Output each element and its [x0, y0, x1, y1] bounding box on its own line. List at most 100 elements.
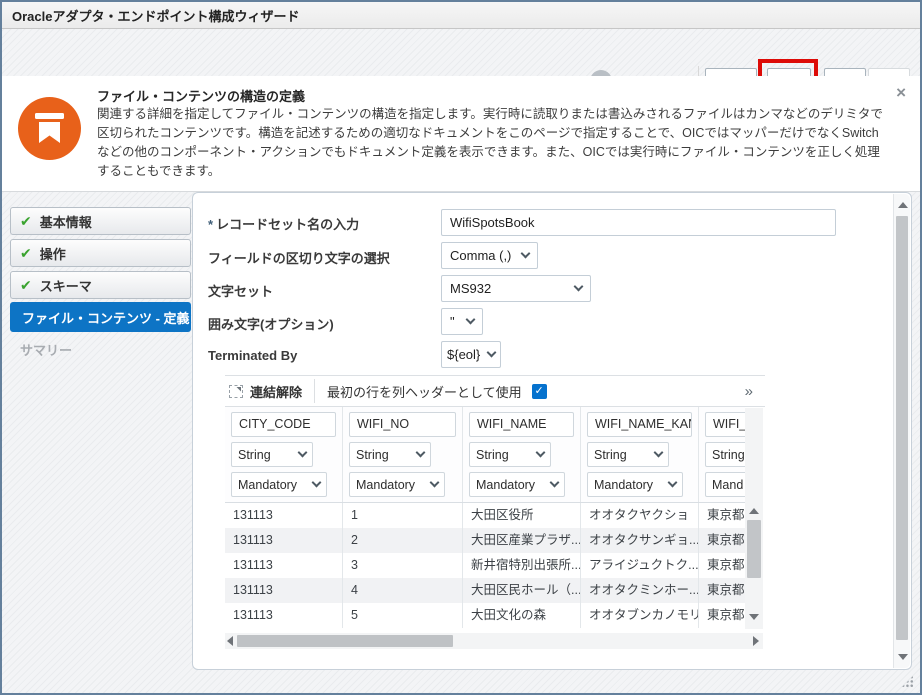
chevron-down-icon	[654, 448, 664, 458]
panel-vertical-scrollbar[interactable]	[893, 194, 910, 668]
close-icon[interactable]: ×	[896, 84, 906, 101]
table-cell: 131113	[225, 578, 343, 603]
column-type-select[interactable]: String	[349, 442, 431, 467]
first-row-header-option: 最初の行を列ヘッダーとして使用 ✓	[315, 382, 547, 401]
column-type-select[interactable]: String	[587, 442, 669, 467]
table-cell: 東京都	[699, 503, 745, 528]
table-horizontal-scrollbar[interactable]	[225, 633, 763, 649]
chevron-down-icon	[416, 448, 426, 458]
first-row-header-label: 最初の行を列ヘッダーとして使用	[327, 382, 522, 401]
enclosure-select[interactable]: "	[441, 308, 483, 335]
column-required-select[interactable]: Mandatory	[231, 472, 327, 497]
action-bar: ヘルプ < 戻る 次 > 取消 完了	[2, 29, 920, 76]
column-name-field[interactable]: WIFI_NAME_KANA	[587, 412, 692, 437]
table-vertical-scrollbar[interactable]	[745, 408, 763, 629]
table-cell: 131113	[225, 528, 343, 553]
scrollbar-thumb[interactable]	[896, 216, 908, 640]
scroll-left-icon[interactable]	[227, 636, 233, 646]
column-required-select[interactable]: Mandatory	[469, 472, 565, 497]
table-cell: 大田区産業プラザ...	[463, 528, 581, 553]
table-cell: 131113	[225, 553, 343, 578]
column-required-select[interactable]: Mand	[705, 472, 745, 497]
table-header-row: CITY_CODE String Mandatory WIFI_NO Strin…	[225, 407, 745, 503]
scrollbar-thumb[interactable]	[747, 520, 761, 578]
chevron-down-icon	[521, 249, 531, 259]
sidebar-item-basic-info[interactable]: ✔ 基本情報	[10, 207, 191, 235]
column-header: WIFI_NAME_KANA String Mandatory	[581, 407, 699, 502]
column-name-field[interactable]: WIFI_	[705, 412, 745, 437]
scroll-up-icon[interactable]	[749, 508, 759, 514]
scrollbar-thumb[interactable]	[237, 635, 453, 647]
column-name-field[interactable]: CITY_CODE	[231, 412, 336, 437]
column-header: WIFI_NAME String Mandatory	[463, 407, 581, 502]
chevron-down-icon	[668, 478, 678, 488]
enclosure-label: 囲み文字(オプション)	[208, 314, 334, 333]
chevron-down-icon	[466, 315, 476, 325]
table-cell: 東京都	[699, 553, 745, 578]
field-delimiter-select[interactable]: Comma (,)	[441, 242, 538, 269]
table-cell: 1	[343, 503, 463, 528]
detach-icon	[229, 385, 243, 398]
chevron-down-icon	[312, 478, 322, 488]
window-title: Oracleアダプタ・エンドポイント構成ウィザード	[12, 6, 299, 25]
wizard-window: Oracleアダプタ・エンドポイント構成ウィザード ヘルプ < 戻る 次 > 取…	[0, 0, 922, 695]
table-cell: 4	[343, 578, 463, 603]
table-row[interactable]: 131113 5 大田文化の森 オオタブンカノモリ 東京都	[225, 603, 745, 628]
column-type-select[interactable]: String	[705, 442, 745, 467]
column-type-select[interactable]: String	[469, 442, 551, 467]
table-cell: 東京都	[699, 603, 745, 628]
detach-button[interactable]: 連結解除	[225, 376, 314, 406]
resize-grip[interactable]	[901, 675, 914, 688]
charset-select[interactable]: MS932	[441, 275, 591, 302]
sidebar-item-schema[interactable]: ✔ スキーマ	[10, 271, 191, 299]
scroll-right-icon[interactable]	[753, 636, 759, 646]
sidebar-item-summary: サマリー	[10, 335, 191, 363]
table-cell: 大田文化の森	[463, 603, 581, 628]
table-cell: 東京都	[699, 528, 745, 553]
column-header: CITY_CODE String Mandatory	[225, 407, 343, 502]
column-type-select[interactable]: String	[231, 442, 313, 467]
page-header: ファイル・コンテンツの構造の定義 関連する詳細を指定してファイル・コンテンツの構…	[2, 76, 920, 192]
terminated-by-select[interactable]: ${eol}	[441, 341, 501, 368]
table-cell: アライジュクトク...	[581, 553, 699, 578]
column-required-select[interactable]: Mandatory	[587, 472, 683, 497]
scroll-down-icon[interactable]	[898, 654, 908, 660]
check-icon: ✔	[20, 214, 32, 228]
grid-toolbar: 連結解除 最初の行を列ヘッダーとして使用 ✓ »	[225, 375, 765, 407]
table-cell: 131113	[225, 503, 343, 528]
sidebar-item-label: スキーマ	[40, 276, 92, 295]
check-icon: ✔	[20, 246, 32, 260]
table-cell: 131113	[225, 603, 343, 628]
table-cell: 2	[343, 528, 463, 553]
file-structure-icon	[18, 97, 81, 160]
column-required-select[interactable]: Mandatory	[349, 472, 445, 497]
title-bar: Oracleアダプタ・エンドポイント構成ウィザード	[2, 2, 920, 29]
sidebar-item-label: 操作	[40, 244, 66, 263]
table-cell: オオタクヤクショ	[581, 503, 699, 528]
recordset-name-input[interactable]	[441, 209, 836, 236]
sidebar-item-label: 基本情報	[40, 212, 92, 231]
scroll-up-icon[interactable]	[898, 202, 908, 208]
detach-label: 連結解除	[250, 382, 302, 401]
scroll-down-icon[interactable]	[749, 614, 759, 620]
check-icon: ✔	[20, 278, 32, 292]
table-cell: 3	[343, 553, 463, 578]
table-row[interactable]: 131113 2 大田区産業プラザ... オオタクサンギョ... 東京都	[225, 528, 745, 553]
table-row[interactable]: 131113 1 大田区役所 オオタクヤクショ 東京都	[225, 503, 745, 528]
chevron-down-icon	[536, 448, 546, 458]
field-delimiter-label: フィールドの区切り文字の選択	[208, 248, 390, 267]
table-row[interactable]: 131113 4 大田区民ホール（... オオタクミンホー... 東京都	[225, 578, 745, 603]
column-header: WIFI_NO String Mandatory	[343, 407, 463, 502]
chevron-down-icon	[550, 478, 560, 488]
sidebar-item-operation[interactable]: ✔ 操作	[10, 239, 191, 267]
column-name-field[interactable]: WIFI_NAME	[469, 412, 574, 437]
chevron-down-icon	[574, 282, 584, 292]
column-header: WIFI_ String Mand	[699, 407, 745, 502]
table-cell: 大田区民ホール（...	[463, 578, 581, 603]
table-row[interactable]: 131113 3 新井宿特別出張所... アライジュクトク... 東京都	[225, 553, 745, 578]
sidebar-item-file-contents-definition[interactable]: ファイル・コンテンツ - 定義	[10, 302, 191, 332]
column-name-field[interactable]: WIFI_NO	[349, 412, 456, 437]
table-cell: 大田区役所	[463, 503, 581, 528]
expand-columns-button[interactable]: »	[745, 383, 765, 400]
first-row-header-checkbox[interactable]: ✓	[532, 384, 547, 399]
